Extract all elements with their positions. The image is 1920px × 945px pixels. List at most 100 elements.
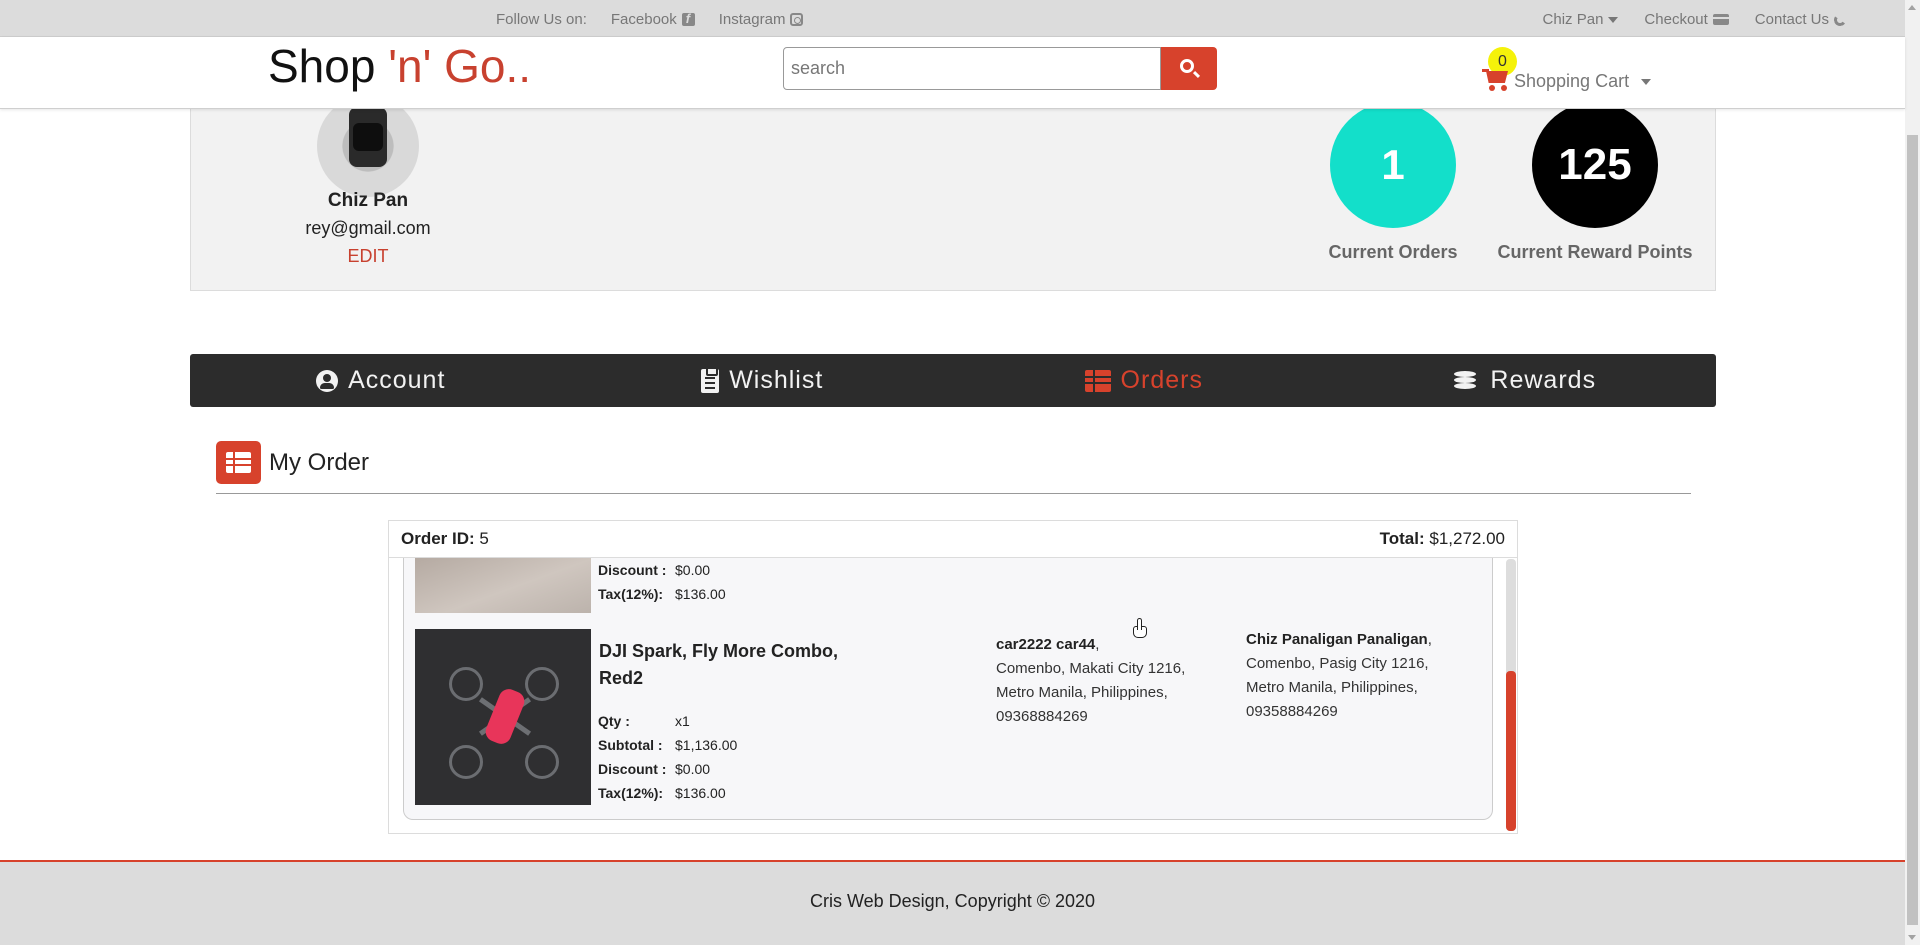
tax-value: $136.00 (675, 586, 726, 602)
tax-label: Tax(12%): (598, 785, 664, 801)
credit-card-icon (1712, 14, 1729, 25)
qty-label: Qty : (598, 713, 630, 729)
phone-icon (1833, 12, 1847, 27)
item-details: Discount : $0.00 Tax(12%): $136.00 (598, 558, 726, 606)
follow-label: Follow Us on: (496, 11, 587, 28)
product-name[interactable]: DJI Spark, Fly More Combo, Red2 (599, 638, 849, 692)
search-button[interactable] (1161, 47, 1217, 90)
reward-points-value: 125 (1532, 102, 1658, 228)
tab-rewards[interactable]: Rewards (1335, 354, 1717, 407)
facebook-link[interactable]: Facebook (611, 11, 695, 28)
shipping-line1: Comenbo, Pasig City 1216, (1246, 655, 1429, 672)
tab-wishlist[interactable]: Wishlist (572, 354, 954, 407)
qty-value: x1 (675, 713, 690, 729)
instagram-label: Instagram (718, 11, 786, 28)
hand-cursor-icon (1133, 618, 1147, 640)
order-total: Total: $1,272.00 (1380, 529, 1505, 549)
order-total-value: $1,272.00 (1429, 529, 1505, 548)
billing-line2: Metro Manila, Philippines, (996, 684, 1168, 701)
instagram-icon (790, 13, 804, 26)
site-footer: Cris Web Design, Copyright © 2020 (0, 860, 1905, 945)
order-id-label: Order ID: (401, 529, 475, 548)
profile-name: Chiz Pan (327, 190, 409, 211)
scroll-up-arrow-icon[interactable] (1908, 5, 1916, 10)
reward-points-stat: 125 Current Reward Points (1495, 97, 1695, 263)
user-circle-icon (316, 369, 339, 392)
current-orders-stat: 1 Current Orders (1298, 97, 1488, 263)
checkout-link[interactable]: Checkout (1644, 11, 1729, 28)
checkout-label: Checkout (1644, 11, 1708, 28)
page-scrollbar[interactable] (1905, 0, 1920, 945)
order-table-icon (216, 441, 261, 484)
billing-address: car2222 car44, Comenbo, Makati City 1216… (996, 636, 1186, 725)
coins-icon (1454, 369, 1480, 393)
discount-label: Discount : (598, 562, 667, 578)
order-id-value: 5 (479, 529, 489, 548)
edit-profile-link[interactable]: EDIT (191, 246, 545, 267)
caret-down-icon (1608, 16, 1619, 23)
product-image[interactable] (415, 629, 591, 805)
top-bar: Follow Us on: Facebook Instagram Chiz Pa… (0, 0, 1905, 37)
heading-divider (216, 493, 1691, 494)
table-list-icon (1084, 369, 1111, 392)
logo-main-text: Shop (268, 40, 389, 92)
discount-label: Discount : (598, 761, 667, 777)
search-input[interactable] (783, 47, 1161, 90)
tab-account[interactable]: Account (190, 354, 572, 407)
contact-label: Contact Us (1754, 11, 1829, 28)
shipping-phone: 09358884269 (1246, 703, 1338, 720)
section-title: My Order (269, 448, 370, 476)
facebook-icon (681, 11, 695, 26)
top-right-links: Chiz Pan Checkout Contact Us (1543, 11, 1847, 28)
my-order-heading: My Order (216, 441, 369, 484)
social-links: Follow Us on: Facebook Instagram (496, 11, 804, 28)
current-orders-value: 1 (1330, 102, 1456, 228)
account-nav-tabs: Account Wishlist Orders Rewards (190, 354, 1716, 407)
item-details: Qty : x1 Subtotal : $1,136.00 Discount : $0… (598, 709, 737, 805)
user-menu[interactable]: Chiz Pan (1543, 11, 1619, 28)
search-icon (1180, 59, 1194, 73)
billing-phone: 09368884269 (996, 708, 1088, 725)
user-menu-label: Chiz Pan (1542, 11, 1604, 28)
subtotal-value: $1,136.00 (675, 737, 738, 753)
billing-name: car2222 car44 (996, 636, 1096, 653)
tab-rewards-label: Rewards (1490, 366, 1597, 394)
cart-icon (1482, 69, 1508, 91)
site-header: Shop 'n' Go.. 0 Shopping Cart (0, 37, 1905, 109)
current-orders-label: Current Orders (1328, 242, 1458, 262)
tab-orders-label: Orders (1120, 366, 1203, 394)
order-card: Order ID: 5 Total: $1,272.00 Discount : $… (388, 520, 1518, 834)
facebook-label: Facebook (610, 11, 677, 28)
order-total-label: Total: (1379, 529, 1425, 548)
cart-label: Shopping Cart (1514, 71, 1630, 91)
order-header: Order ID: 5 Total: $1,272.00 (389, 521, 1517, 558)
footer-copyright: Cris Web Design, Copyright © 2020 (809, 891, 1096, 911)
discount-value: $0.00 (675, 562, 711, 578)
shipping-name: Chiz Panaligan Panaligan (1246, 631, 1428, 648)
clipboard-icon (701, 366, 720, 393)
shipping-line2: Metro Manila, Philippines, (1246, 679, 1418, 696)
page-scrollbar-thumb[interactable] (1907, 135, 1918, 925)
logo-accent-text: 'n' Go.. (388, 40, 532, 92)
avatar (317, 95, 419, 197)
tab-orders[interactable]: Orders (953, 354, 1335, 407)
profile-email: rey@gmail.com (305, 218, 431, 238)
shopping-cart[interactable]: 0 Shopping Cart (1480, 47, 1660, 97)
scroll-down-arrow-icon[interactable] (1908, 935, 1916, 940)
tab-wishlist-label: Wishlist (729, 366, 824, 394)
order-items-list[interactable]: Discount : $0.00 Tax(12%): $136.00 DJI Spa… (403, 558, 1493, 820)
reward-points-label: Current Reward Points (1497, 242, 1693, 262)
product-image (415, 558, 591, 613)
instagram-link[interactable]: Instagram (719, 11, 804, 28)
order-id: Order ID: 5 (401, 529, 489, 549)
contact-link[interactable]: Contact Us (1754, 11, 1847, 28)
search-bar (783, 47, 1217, 90)
profile-panel: Chiz Pan rey@gmail.com EDIT 1 Current Or… (190, 80, 1716, 291)
discount-value: $0.00 (675, 761, 711, 777)
order-scrollbar-thumb[interactable] (1506, 671, 1516, 831)
tax-value: $136.00 (675, 785, 726, 801)
order-scrollbar[interactable] (1506, 559, 1516, 831)
site-logo[interactable]: Shop 'n' Go.. (268, 39, 531, 93)
subtotal-label: Subtotal : (598, 737, 663, 753)
caret-down-icon (1641, 78, 1652, 85)
